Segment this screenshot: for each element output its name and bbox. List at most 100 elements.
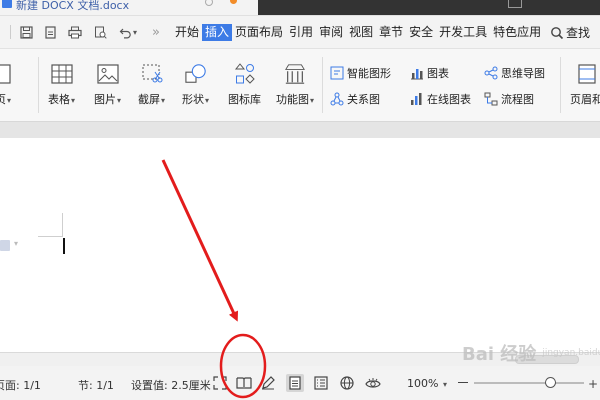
mind-map-label: 思维导图 (501, 67, 545, 80)
picture-icon (96, 63, 119, 85)
pin-icon[interactable] (205, 0, 213, 6)
search-label: 查找 (566, 26, 591, 40)
smart-shape-button[interactable]: 智能图形 (330, 65, 391, 81)
chart-label: 图表 (427, 67, 449, 80)
menu-bar: ▾ » 开始 插入 页面布局 引用 审阅 视图 章节 安全 开发工具 特色应用 … (0, 16, 600, 48)
unsaved-dot-icon (230, 0, 237, 4)
menu-tabs: 开始 插入 页面布局 引用 审阅 视图 章节 安全 开发工具 特色应用 (172, 24, 544, 41)
table-icon (50, 63, 73, 85)
mind-map-button[interactable]: 思维导图 (484, 65, 545, 81)
zoom-level[interactable]: 100% ▾ (407, 377, 447, 390)
ribbon-separator (38, 57, 39, 113)
zoom-slider[interactable] (474, 382, 584, 384)
text-cursor (63, 238, 65, 254)
relation-chart-button[interactable]: 关系图 (330, 91, 380, 107)
save-icon[interactable] (18, 24, 34, 40)
quick-access-separator (10, 25, 11, 39)
shape-icon (184, 63, 207, 85)
tab-chapter[interactable]: 章节 (376, 24, 406, 41)
dark-title-area (258, 0, 600, 15)
document-icon (2, 0, 12, 8)
table-button[interactable]: 表格▾ (48, 63, 75, 107)
margin-mark (62, 213, 63, 237)
blank-page-button[interactable]: 页▾ (0, 63, 14, 107)
chart-icon (410, 66, 424, 80)
page-view-icon[interactable] (286, 374, 304, 392)
mind-map-icon (484, 66, 498, 80)
tab-review[interactable]: 审阅 (316, 24, 346, 41)
search-button[interactable]: 查找 (550, 24, 590, 41)
tab-special-apps[interactable]: 特色应用 (490, 24, 544, 41)
function-chart-label: 功能图 (276, 93, 309, 106)
zoom-out-icon[interactable] (458, 382, 468, 383)
export-pdf-icon[interactable] (42, 24, 58, 40)
zoom-value: 100% (407, 377, 439, 390)
relation-chart-label: 关系图 (347, 93, 380, 106)
zoom-slider-handle[interactable] (545, 377, 556, 388)
shape-label: 形状 (182, 93, 204, 106)
document-page[interactable]: ▾ (0, 138, 600, 352)
chart-button[interactable]: 图表 (410, 65, 449, 81)
flowchart-button[interactable]: 流程图 (484, 91, 534, 107)
header-footer-icon (576, 63, 598, 85)
shape-button[interactable]: 形状▾ (182, 63, 209, 107)
tab-insert[interactable]: 插入 (202, 24, 233, 41)
undo-dropdown-icon[interactable]: ▾ (130, 24, 140, 40)
status-bar: 页面: 1/1 节: 1/1 设置值: 2.5厘米 100% ▾ + (0, 366, 600, 400)
print-icon[interactable] (67, 24, 83, 40)
screenshot-label: 截屏 (138, 93, 160, 106)
flowchart-label: 流程图 (501, 93, 534, 106)
tab-page-layout[interactable]: 页面布局 (232, 24, 286, 41)
watermark-subtext: jingyan.baidu.com (542, 348, 600, 358)
smart-shape-icon (330, 66, 344, 80)
flowchart-icon (484, 92, 498, 106)
paragraph-layout-dropdown-icon[interactable]: ▾ (14, 239, 18, 248)
write-mode-icon[interactable] (259, 374, 277, 392)
header-footer-button[interactable]: 页眉和 (570, 63, 600, 107)
tab-home[interactable]: 开始 (172, 24, 202, 41)
eye-protection-icon[interactable] (364, 374, 382, 392)
tab-security[interactable]: 安全 (406, 24, 436, 41)
screenshot-button[interactable]: 截屏▾ (138, 63, 165, 107)
page-count: 页面: 1/1 (0, 379, 41, 392)
relation-chart-icon (330, 92, 344, 106)
table-label: 表格 (48, 93, 70, 106)
tab-developer[interactable]: 开发工具 (436, 24, 490, 41)
insert-ribbon: 页▾ 表格▾ 图片▾ 截屏▾ 形状▾ 图标库 功能图▾ 智能图形 图表 关系图 … (0, 48, 600, 122)
tab-view[interactable]: 视图 (346, 24, 376, 41)
online-chart-icon (410, 92, 424, 106)
watermark-text: Bai 经验 (462, 344, 537, 365)
smart-shape-label: 智能图形 (347, 67, 391, 80)
picture-button[interactable]: 图片▾ (94, 63, 121, 107)
header-footer-label: 页眉和 (570, 93, 600, 106)
fullscreen-icon[interactable] (211, 374, 229, 392)
function-chart-button[interactable]: 功能图▾ (276, 63, 314, 107)
more-icon[interactable]: » (148, 24, 164, 40)
document-tab[interactable]: 新建 DOCX 文档.docx (16, 0, 129, 13)
icon-library-label: 图标库 (228, 93, 261, 106)
screenshot-icon (141, 63, 163, 85)
page-icon (0, 63, 14, 85)
tab-references[interactable]: 引用 (286, 24, 316, 41)
reading-mode-icon[interactable] (235, 374, 253, 392)
picture-label: 图片 (94, 93, 116, 106)
web-view-icon[interactable] (338, 374, 356, 392)
page-label: 页 (0, 93, 6, 106)
icon-library-button[interactable]: 图标库 (228, 63, 261, 107)
ribbon-separator (560, 57, 561, 113)
zoom-in-icon[interactable]: + (588, 377, 598, 391)
icon-library-icon (234, 63, 256, 85)
search-icon (551, 26, 564, 39)
margin-mark (38, 236, 62, 237)
document-background (0, 122, 600, 138)
window-box-icon[interactable] (508, 0, 522, 8)
outline-view-icon[interactable] (312, 374, 330, 392)
online-chart-button[interactable]: 在线图表 (410, 91, 471, 107)
title-bar: 新建 DOCX 文档.docx (0, 0, 600, 16)
paragraph-layout-icon[interactable] (0, 240, 10, 251)
ribbon-separator (322, 57, 323, 113)
watermark: Bai 经验 jingyan.baidu.com (462, 336, 600, 370)
online-chart-label: 在线图表 (427, 93, 471, 106)
function-chart-icon (284, 63, 306, 85)
print-preview-icon[interactable] (92, 24, 108, 40)
